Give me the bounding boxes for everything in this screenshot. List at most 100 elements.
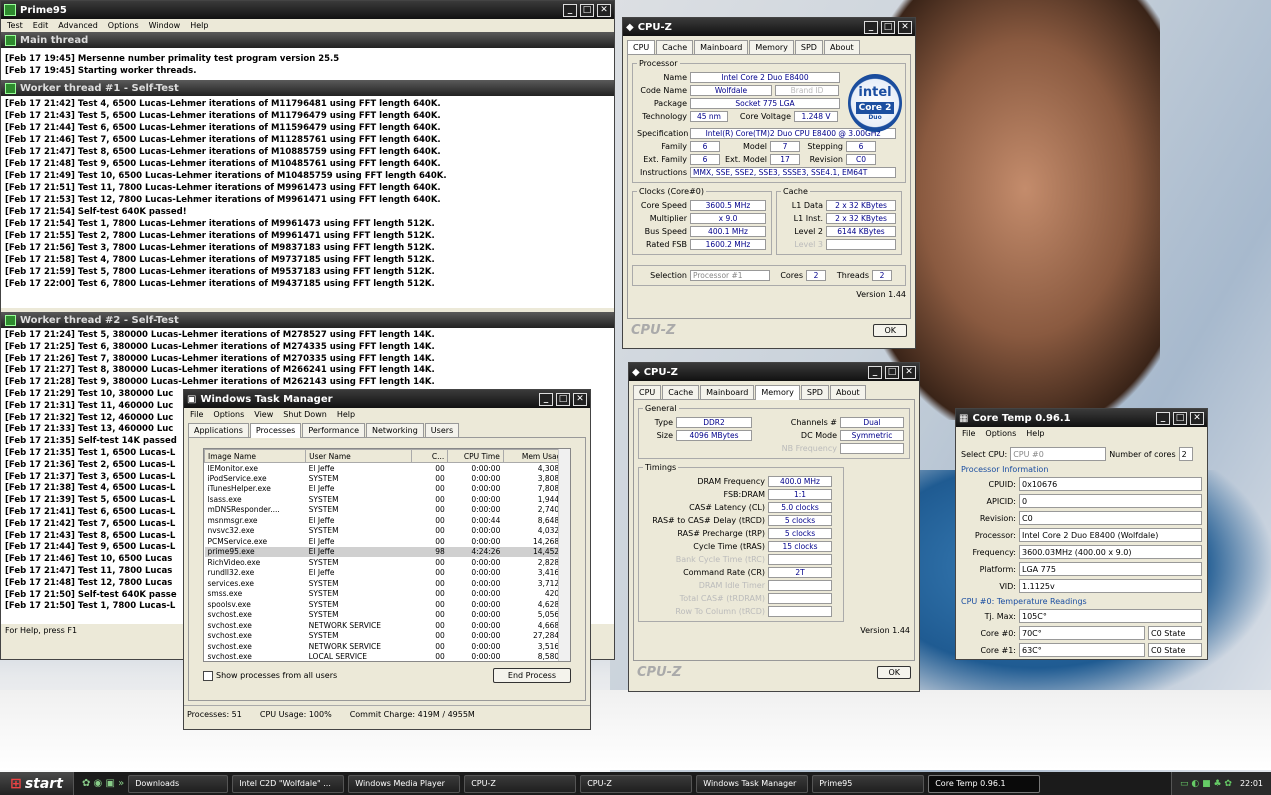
worker2-header[interactable]: Worker thread #2 - Self-Test [1,312,614,328]
minimize-button[interactable]: _ [539,392,553,406]
menu-help[interactable]: Help [337,410,355,419]
table-row[interactable]: services.exe SYSTEM 00 0:00:00 3,712 K [205,578,570,589]
main-thread-header[interactable]: Main thread [1,32,614,48]
table-row[interactable]: svchost.exe LOCAL SERVICE 00 0:00:00 8,580 K [205,652,570,662]
cpuz-titlebar[interactable]: ◆ CPU-Z _ □ ✕ [629,363,919,381]
table-cell: 00 [435,473,445,483]
table-row[interactable]: iTunesHelper.exe El Jeffe 00 0:00:00 7,808 K [205,484,570,495]
menu-test[interactable]: Test [7,21,23,30]
table-row[interactable]: PCMService.exe El Jeffe 00 0:00:00 14,268 K [205,536,570,547]
table-row[interactable]: prime95.exe El Jeffe 98 4:24:26 14,452 K [204,546,570,557]
maximize-button[interactable]: □ [885,365,899,379]
selection-dropdown[interactable]: Processor #1 [690,270,770,281]
close-button[interactable]: ✕ [597,3,611,17]
tray-icons[interactable]: ▭ ◐ ■ ♣ ✿ [1180,779,1232,789]
tab-spd[interactable]: SPD [794,40,823,54]
taskbar-task-5[interactable]: Windows Task Manager [696,774,809,793]
menu-help[interactable]: Help [1026,429,1044,438]
tab-about[interactable]: About [829,385,866,399]
minimize-button[interactable]: _ [1156,411,1170,425]
tab-performance[interactable]: Performance [302,423,366,437]
table-row[interactable]: nvsvc32.exe SYSTEM 00 0:00:00 4,032 K [205,526,570,537]
tab-cpu[interactable]: CPU [633,385,662,399]
close-button[interactable]: ✕ [898,20,912,34]
table-row[interactable]: RichVideo.exe SYSTEM 00 0:00:00 2,828 K [205,557,570,568]
tab-mainboard[interactable]: Mainboard [700,385,755,399]
menu-window[interactable]: Window [149,21,181,30]
quicklaunch-icons[interactable]: ✿ ◉ ▣ » [82,778,124,789]
table-row[interactable]: lsass.exe SYSTEM 00 0:00:00 1,944 K [205,494,570,505]
table-row[interactable]: spoolsv.exe SYSTEM 00 0:00:00 4,628 K [205,599,570,610]
prime95-titlebar[interactable]: Prime95 _ □ ✕ [1,1,614,19]
menu-file[interactable]: File [190,410,203,419]
scrollbar[interactable] [558,449,570,661]
table-row[interactable]: svchost.exe SYSTEM 00 0:00:00 27,284 K [205,631,570,642]
tab-about[interactable]: About [823,40,860,54]
table-row[interactable]: mDNSResponder.... SYSTEM 00 0:00:00 2,740 K [205,505,570,516]
core2-logo-text: Core 2 [855,102,895,114]
taskbar-task-7[interactable]: Core Temp 0.96.1 [928,774,1041,793]
table-row[interactable]: rundll32.exe El Jeffe 00 0:00:00 3,416 K [205,568,570,579]
coretemp-titlebar[interactable]: ▦ Core Temp 0.96.1 _ □ ✕ [956,409,1207,427]
menu-file[interactable]: File [962,429,975,438]
taskbar-task-3[interactable]: CPU-Z [464,774,577,793]
worker1-header[interactable]: Worker thread #1 - Self-Test [1,80,614,96]
ok-button[interactable]: OK [873,324,907,337]
taskbar-task-6[interactable]: Prime95 [812,774,925,793]
menu-options[interactable]: Options [985,429,1016,438]
tab-spd[interactable]: SPD [800,385,829,399]
show-all-checkbox[interactable] [203,670,213,681]
tab-memory[interactable]: Memory [755,385,800,400]
column-header[interactable]: Image Name [204,449,307,463]
ok-button[interactable]: OK [877,666,911,679]
column-header[interactable]: User Name [305,449,413,463]
tab-processes[interactable]: Processes [249,423,302,438]
maximize-button[interactable]: □ [881,20,895,34]
tab-cache[interactable]: Cache [656,40,694,54]
cpuz-titlebar[interactable]: ◆ CPU-Z _ □ ✕ [623,18,915,36]
minimize-button[interactable]: _ [864,20,878,34]
menu-advanced[interactable]: Advanced [58,21,98,30]
close-button[interactable]: ✕ [1190,411,1204,425]
table-row[interactable]: smss.exe SYSTEM 00 0:00:00 420 K [205,589,570,600]
table-row[interactable]: svchost.exe NETWORK SERVICE 00 0:00:00 3,516… [205,641,570,652]
log-line: [Feb 17 21:43] Test 5, 6500 Lucas-Lehmer… [5,111,441,121]
menu-options[interactable]: Options [213,410,244,419]
taskbar-task-0[interactable]: Downloads [128,774,229,793]
menu-shutdown[interactable]: Shut Down [283,410,327,419]
table-cell: svchost.exe [207,652,252,662]
select-cpu-dropdown[interactable]: CPU #0 [1010,447,1107,461]
table-row[interactable]: msnmsgr.exe El Jeffe 00 0:00:44 8,648 K [205,515,570,526]
column-header[interactable]: C... [411,449,449,463]
minimize-button[interactable]: _ [563,3,577,17]
end-process-button[interactable]: End Process [492,668,571,683]
tab-networking[interactable]: Networking [366,423,424,437]
minimize-button[interactable]: _ [868,365,882,379]
table-row[interactable]: IEMonitor.exe El Jeffe 00 0:00:00 4,308 K [205,463,570,474]
tab-cpu[interactable]: CPU [627,40,656,55]
close-button[interactable]: ✕ [902,365,916,379]
menu-help[interactable]: Help [190,21,208,30]
taskmgr-titlebar[interactable]: ▣ Windows Task Manager _ □ ✕ [184,390,590,408]
tab-cache[interactable]: Cache [662,385,700,399]
maximize-button[interactable]: □ [580,3,594,17]
maximize-button[interactable]: □ [556,392,570,406]
maximize-button[interactable]: □ [1173,411,1187,425]
menu-options[interactable]: Options [108,21,139,30]
taskbar-task-1[interactable]: Intel C2D "Wolfdale" ... [232,774,345,793]
table-row[interactable]: iPodService.exe SYSTEM 00 0:00:00 3,808 K [205,473,570,484]
close-button[interactable]: ✕ [573,392,587,406]
start-button[interactable]: ⊞ start [0,772,74,795]
menu-edit[interactable]: Edit [33,21,49,30]
tab-applications[interactable]: Applications [188,423,249,437]
tab-users[interactable]: Users [424,423,460,437]
table-row[interactable]: svchost.exe SYSTEM 00 0:00:00 5,056 K [205,610,570,621]
tab-memory[interactable]: Memory [749,40,794,54]
table-row[interactable]: svchost.exe NETWORK SERVICE 00 0:00:00 4,668… [205,620,570,631]
taskbar-task-4[interactable]: CPU-Z [580,774,693,793]
table-cell: msnmsgr.exe [207,515,258,525]
menu-view[interactable]: View [254,410,273,419]
column-header[interactable]: CPU Time [447,449,504,463]
tab-mainboard[interactable]: Mainboard [694,40,749,54]
taskbar-task-2[interactable]: Windows Media Player [348,774,461,793]
